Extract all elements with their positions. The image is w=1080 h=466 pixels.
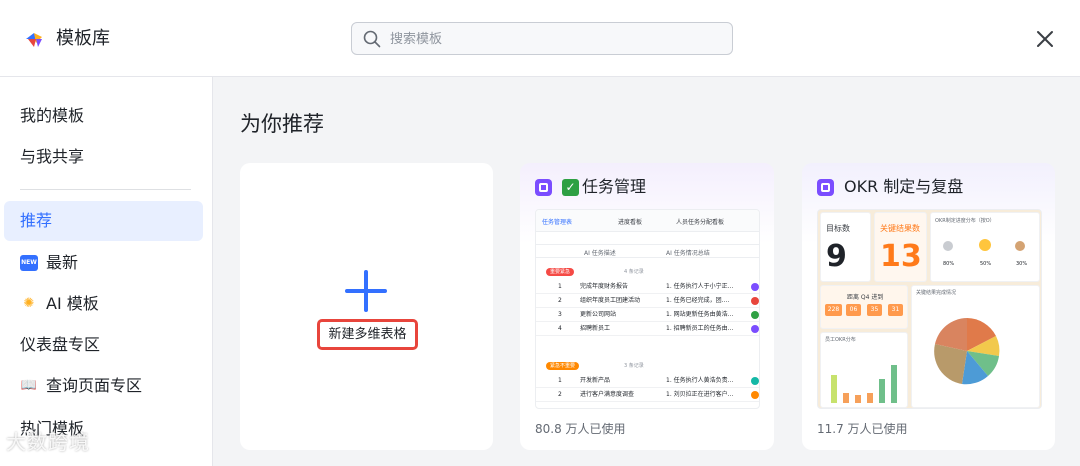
sidebar-item-label: 最新 bbox=[46, 253, 79, 272]
sidebar-item-recommended[interactable]: 推荐 bbox=[4, 201, 203, 241]
app-title: 模板库 bbox=[56, 28, 110, 49]
plus-icon bbox=[345, 270, 387, 312]
new-base-card[interactable]: 新建多维表格 bbox=[240, 163, 493, 450]
bar-chart-box: 员工OKR分布 bbox=[820, 332, 908, 408]
sidebar-item-label: 与我共享 bbox=[20, 147, 85, 166]
sidebar-item-latest[interactable]: NEW 最新 bbox=[4, 243, 203, 283]
base-icon bbox=[535, 178, 552, 196]
sidebar-item-label: 我的模板 bbox=[20, 106, 85, 125]
column-header: AI 任务情况总结 bbox=[666, 250, 710, 257]
table-row: 4 招聘新员工 1. 招聘新员工的任务由... bbox=[536, 322, 759, 336]
book-icon: 📖 bbox=[20, 378, 38, 393]
usage-count: 80.8 万人已使用 bbox=[535, 422, 626, 436]
group-label: 紧急不重要 bbox=[546, 362, 580, 370]
sidebar-item-my-templates[interactable]: 我的模板 bbox=[4, 96, 203, 136]
card-header: OKR 制定与复盘 bbox=[817, 177, 963, 197]
section-title: 为你推荐 bbox=[240, 112, 324, 136]
watermark: 大数跨境 bbox=[6, 430, 90, 454]
kr-count-box: 关键结果数 13 bbox=[874, 212, 927, 282]
new-base-label: 新建多维表格 bbox=[328, 327, 407, 342]
preview-column-header: AI 任务描述 AI 任务情况总结 bbox=[536, 244, 759, 258]
sidebar-item-label: 仪表盘专区 bbox=[20, 335, 101, 354]
card-title: 任务管理 bbox=[582, 177, 647, 196]
sparkle-icon: ✺ bbox=[23, 296, 35, 311]
column-header: AI 任务描述 bbox=[584, 250, 616, 257]
table-row: 1 开发新产品 1. 任务执行人黄浩负责... bbox=[536, 374, 759, 388]
search-box[interactable] bbox=[351, 22, 733, 55]
template-preview: 目标数 9 关键结果数 13 OKR制定进度分布（按O） 80% 50% 30%… bbox=[817, 209, 1042, 409]
preview-tabs: 任务管理表 进度看板 人员任务分配看板 bbox=[536, 210, 759, 232]
mini-bar-chart bbox=[831, 365, 897, 403]
usage-count: 11.7 万人已使用 bbox=[817, 422, 908, 436]
template-card-okr[interactable]: OKR 制定与复盘 目标数 9 关键结果数 13 OKR制定进度分布（按O） 8… bbox=[802, 163, 1055, 450]
card-title: OKR 制定与复盘 bbox=[844, 177, 964, 196]
sidebar-item-ai-templates[interactable]: ✺ AI 模板 bbox=[4, 284, 203, 324]
checkbox-icon: ✓ bbox=[562, 178, 579, 196]
sidebar-item-shared[interactable]: 与我共享 bbox=[4, 137, 203, 177]
table-row: 2 组织年度员工团建活动 1. 任务已经完成，团.... bbox=[536, 294, 759, 308]
template-preview: 任务管理表 进度看板 人员任务分配看板 AI 任务描述 AI 任务情况总结 重要… bbox=[535, 209, 760, 409]
group-label: 重要紧急 bbox=[546, 268, 575, 276]
sidebar-item-label: 查询页面专区 bbox=[46, 376, 143, 395]
search-input[interactable] bbox=[390, 28, 720, 50]
sidebar-item-label: 推荐 bbox=[20, 211, 53, 230]
preview-tab: 进度看板 bbox=[618, 219, 643, 226]
base-icon bbox=[817, 178, 834, 196]
preview-tab: 任务管理表 bbox=[542, 219, 573, 226]
new-badge-icon: NEW bbox=[20, 255, 38, 271]
group-count: 3 条记录 bbox=[624, 363, 644, 369]
template-card-task-management[interactable]: ✓ 任务管理 任务管理表 进度看板 人员任务分配看板 AI 任务描述 AI 任务… bbox=[520, 163, 774, 450]
table-row: 1 完成年度财务报告 1. 任务执行人于小宁正... bbox=[536, 280, 759, 294]
table-row: 2 进行客户满意度调查 1. 刘贝拉正在进行客户... bbox=[536, 388, 759, 402]
sidebar-item-label: AI 模板 bbox=[46, 294, 99, 313]
sidebar-item-query-page[interactable]: 📖 查询页面专区 bbox=[4, 366, 203, 406]
sidebar-item-dashboard[interactable]: 仪表盘专区 bbox=[4, 325, 203, 365]
countdown-box: 距离 Q4 进到 228 06 35 31 bbox=[820, 285, 908, 329]
sidebar-divider bbox=[20, 189, 191, 190]
preview-tab: 人员任务分配看板 bbox=[676, 219, 725, 226]
sidebar: 我的模板 与我共享 推荐 NEW 最新 ✺ AI 模板 仪表盘专区 📖 查询页面… bbox=[0, 77, 213, 466]
group-count: 4 条记录 bbox=[624, 269, 644, 275]
search-icon bbox=[363, 30, 381, 48]
goal-count-box: 目标数 9 bbox=[820, 212, 871, 282]
card-header: ✓ 任务管理 bbox=[535, 177, 646, 197]
close-icon[interactable] bbox=[1032, 26, 1058, 52]
mini-pie-chart bbox=[934, 318, 1000, 385]
new-base-label-highlight: 新建多维表格 bbox=[317, 319, 418, 350]
progress-distribution-box: OKR制定进度分布（按O） 80% 50% 30% bbox=[930, 212, 1040, 282]
pie-chart-box: 关键结果完成情况 bbox=[911, 285, 1040, 408]
app-logo-icon bbox=[26, 33, 42, 47]
table-row: 3 更新公司网站 1. 网站更新任务由黄浩... bbox=[536, 308, 759, 322]
header-bar: 模板库 bbox=[0, 0, 1080, 77]
